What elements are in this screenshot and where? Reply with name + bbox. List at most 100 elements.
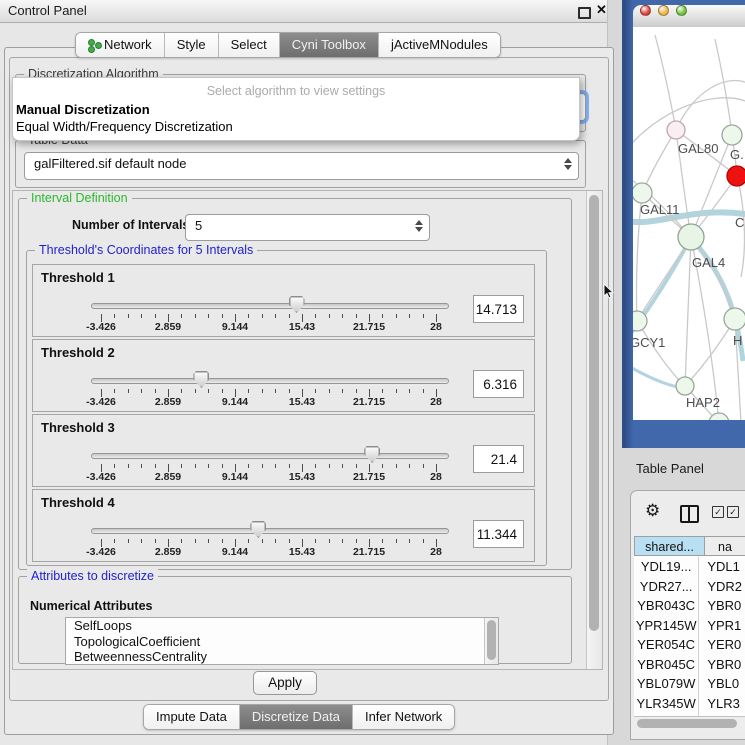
network-edge[interactable]	[685, 237, 691, 386]
threshold-value-field[interactable]: 11.344	[473, 520, 524, 548]
gear-icon[interactable]: ⚙	[645, 501, 660, 521]
network-node[interactable]	[676, 377, 694, 395]
attributes-scrollbar-thumb[interactable]	[487, 620, 496, 660]
tab-infer-network[interactable]: Infer Network	[353, 705, 454, 729]
network-edge[interactable]	[642, 130, 676, 193]
attributes-scrollbar[interactable]	[484, 618, 498, 664]
slider-tick	[382, 389, 383, 393]
threshold-slider-thumb[interactable]	[193, 371, 209, 388]
threshold-slider-track[interactable]	[91, 303, 449, 309]
window-title: Control Panel	[8, 3, 87, 18]
network-edge[interactable]	[637, 237, 691, 321]
network-node[interactable]	[678, 224, 704, 250]
tab-label: Style	[177, 37, 206, 52]
slider-tick	[356, 539, 357, 543]
slider-tick-label: 15.43	[289, 546, 315, 558]
attribute-list-item[interactable]: BetweennessCentrality	[66, 649, 498, 665]
tab-discretize-data[interactable]: Discretize Data	[240, 705, 353, 729]
threshold-value-field[interactable]: 14.713	[473, 295, 524, 323]
slider-tick	[141, 539, 142, 543]
threshold-value-field[interactable]: 6.316	[473, 370, 524, 398]
attribute-list-item[interactable]: SelfLoops	[66, 618, 498, 634]
threshold-slider-track[interactable]	[91, 378, 449, 384]
network-node[interactable]	[722, 125, 742, 145]
table-cell-shared-name: YBL079W	[634, 674, 699, 694]
slider-tick	[275, 539, 276, 543]
slider-tick	[128, 389, 129, 393]
threshold-label: Threshold 1	[41, 270, 115, 285]
table-horizontal-scrollbar-thumb[interactable]	[637, 719, 737, 728]
vertical-scrollbar[interactable]	[586, 191, 602, 669]
slider-tick	[222, 539, 223, 543]
slider-tick-label: 2.859	[155, 321, 181, 333]
columns-icon[interactable]	[680, 505, 699, 523]
threshold-slider-thumb[interactable]	[289, 296, 305, 313]
number-of-intervals-select[interactable]: 5	[185, 214, 430, 241]
table-row[interactable]: YLR345WYLR3	[634, 694, 745, 714]
threshold-slider-thumb[interactable]	[250, 521, 266, 538]
slider-tick	[315, 314, 316, 318]
table-horizontal-scrollbar[interactable]	[634, 716, 745, 731]
slider-tick-label: 2.859	[155, 396, 181, 408]
network-node[interactable]	[667, 121, 685, 139]
threshold-value-field[interactable]: 21.4	[473, 445, 524, 473]
threshold-slider-track[interactable]	[91, 528, 449, 534]
slider-tick	[195, 389, 196, 393]
algorithm-option-equal-width[interactable]: Equal Width/Frequency Discretization	[16, 119, 233, 134]
screen: Control Panel ✕ Network Style SelectCyni T…	[0, 0, 745, 745]
threshold-slider-thumb[interactable]	[364, 446, 380, 463]
tab-select[interactable]: Select	[219, 33, 280, 57]
network-node[interactable]	[727, 166, 745, 186]
slider-tick	[315, 389, 316, 393]
table-data-select[interactable]: galFiltered.sif default node	[24, 152, 579, 180]
table-row[interactable]: YDL19...YDL1	[634, 557, 745, 577]
close-traffic-light[interactable]	[640, 5, 651, 16]
tab-style[interactable]: Style	[165, 33, 219, 57]
table-row[interactable]: YBR043CYBR0	[634, 596, 745, 616]
table-row[interactable]: YBR045CYBR0	[634, 655, 745, 675]
table-row[interactable]: YER054CYER0	[634, 635, 745, 655]
tab-cyni-toolbox[interactable]: Cyni Toolbox	[280, 33, 379, 57]
checkbox-icon[interactable]: ✓	[727, 506, 739, 518]
table-cell-name: YBL0	[699, 674, 745, 694]
network-edge[interactable]	[637, 321, 685, 386]
network-graph	[633, 27, 745, 420]
numerical-attributes-list[interactable]: SelfLoopsTopologicalCoefficientBetweenne…	[65, 617, 499, 665]
table-row[interactable]: YDR27...YDR2	[634, 577, 745, 597]
network-node[interactable]	[724, 308, 745, 330]
slider-tick	[356, 389, 357, 393]
algorithm-placeholder-option[interactable]: Select algorithm to view settings	[13, 84, 579, 98]
slider-tick-label: 21.715	[353, 321, 385, 333]
table-header-name[interactable]: na	[704, 536, 745, 556]
slider-tick	[114, 539, 115, 543]
slider-tick	[423, 389, 424, 393]
algorithm-option-manual[interactable]: Manual Discretization	[16, 102, 150, 117]
table-row[interactable]: YBL079WYBL0	[634, 674, 745, 694]
node-table: shared...naYDL19...YDL1YDR27...YDR2YBR04…	[634, 536, 745, 716]
tab-impute-data[interactable]: Impute Data	[144, 705, 240, 729]
slider-tick	[208, 464, 209, 468]
apply-button[interactable]: Apply	[253, 671, 317, 695]
threshold-panel: Threshold 2-3.4262.8599.14415.4321.71528…	[32, 339, 535, 412]
slider-tick	[114, 464, 115, 468]
slider-tick	[222, 314, 223, 318]
table-row[interactable]: YPR145WYPR1	[634, 616, 745, 636]
float-window-icon[interactable]	[578, 7, 591, 19]
slider-tick	[396, 314, 397, 318]
network-node[interactable]	[633, 311, 647, 331]
vertical-scrollbar-thumb[interactable]	[589, 195, 599, 631]
zoom-traffic-light[interactable]	[676, 5, 687, 16]
minimize-traffic-light[interactable]	[658, 5, 669, 16]
tab-network[interactable]: Network	[76, 33, 165, 57]
network-node[interactable]	[633, 183, 652, 203]
tab-jactivemnodules[interactable]: jActiveMNodules	[379, 33, 500, 57]
network-edge[interactable]	[715, 39, 732, 135]
slider-tick	[342, 314, 343, 318]
close-icon[interactable]: ✕	[596, 2, 607, 18]
network-node[interactable]	[709, 413, 729, 420]
threshold-slider-track[interactable]	[91, 453, 449, 459]
checkbox-icon[interactable]: ✓	[712, 506, 724, 518]
attribute-list-item[interactable]: TopologicalCoefficient	[66, 634, 498, 650]
network-canvas[interactable]: GAL80G.CGAL11GAL4GCY1HHAP2	[633, 27, 745, 420]
table-header-shared-name[interactable]: shared...	[634, 536, 705, 556]
